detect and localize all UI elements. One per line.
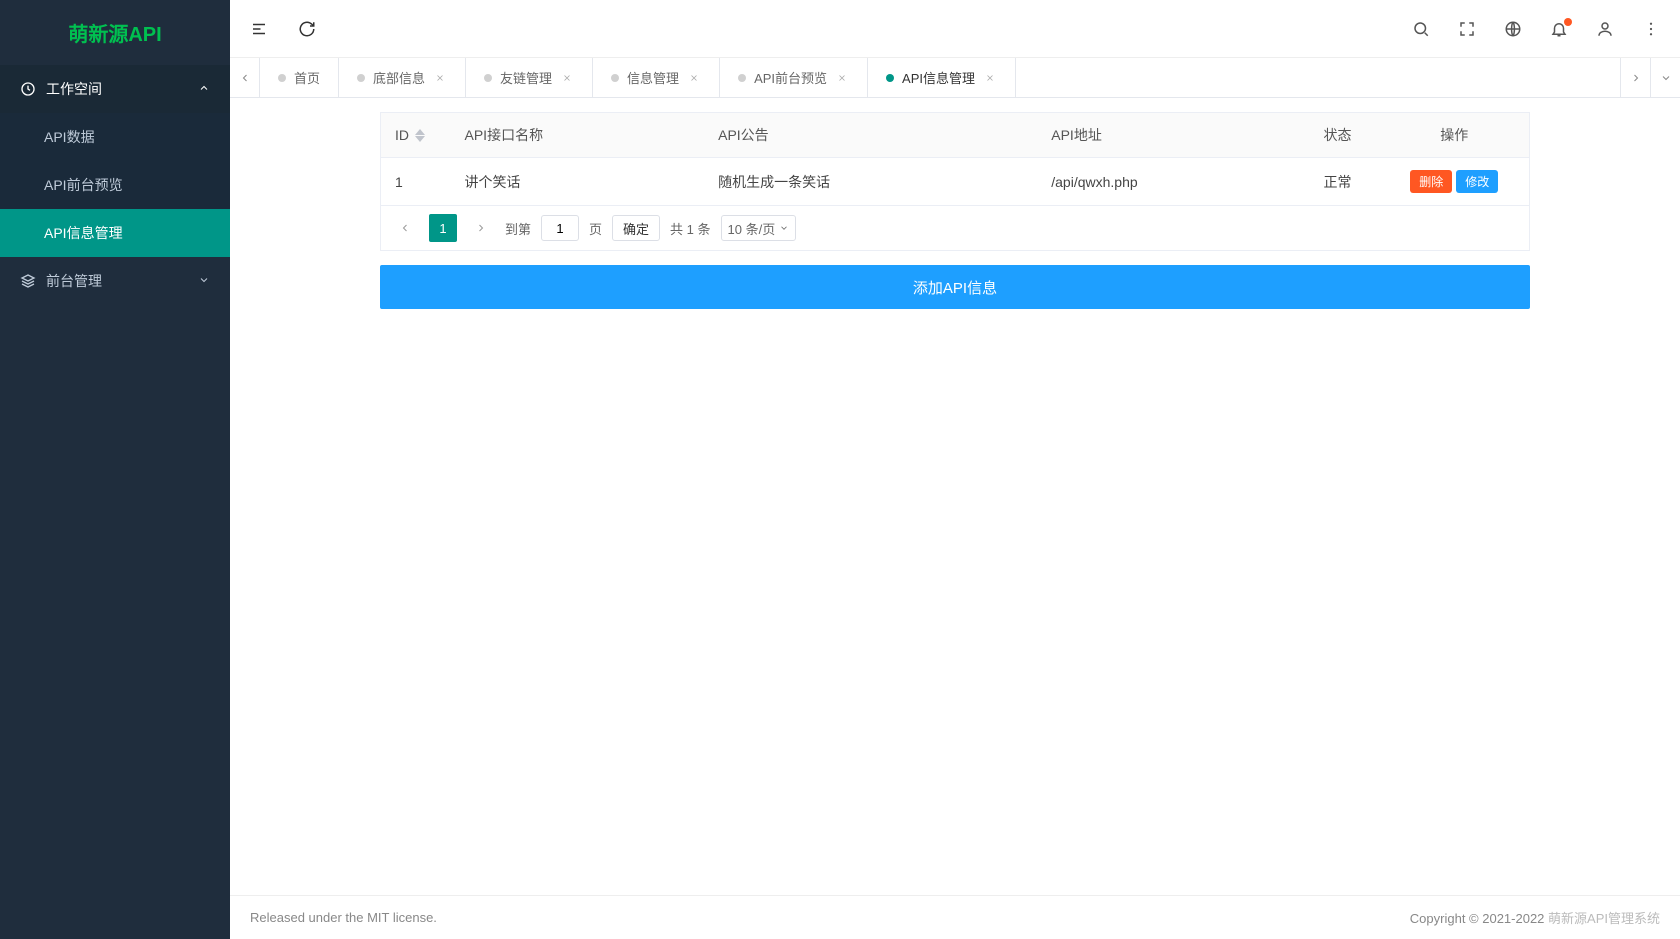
tab[interactable]: 友链管理 [466, 58, 593, 97]
tab-dot-icon [357, 74, 365, 82]
edit-button[interactable]: 修改 [1456, 170, 1498, 193]
sidebar-group-frontend[interactable]: 前台管理 [0, 257, 230, 305]
cell-actions: 删除修改 [1380, 158, 1530, 206]
sidebar: 萌新源API 工作空间 API数据 API前台预览 API信息管理 [0, 0, 230, 939]
tab[interactable]: 首页 [260, 58, 339, 97]
tabs-scroll: 首页 底部信息 友链管理 信息管理 API前台预览 API信息管理 [260, 58, 1620, 97]
chevron-up-icon [198, 81, 210, 97]
close-icon[interactable] [687, 71, 701, 85]
content: ID API接口名称 API公告 API地址 状态 [230, 98, 1680, 895]
delete-button[interactable]: 删除 [1410, 170, 1452, 193]
footer-left: Released under the MIT license. [250, 910, 437, 925]
header-right [1412, 20, 1660, 38]
tab[interactable]: API信息管理 [868, 58, 1016, 97]
user-icon[interactable] [1596, 20, 1614, 38]
close-icon[interactable] [835, 71, 849, 85]
tabs-scroll-right[interactable] [1620, 58, 1650, 97]
sidebar-group-workspace[interactable]: 工作空间 [0, 65, 230, 113]
sidebar-item-label: API数据 [44, 127, 95, 147]
layers-icon [20, 273, 36, 289]
bell-icon[interactable] [1550, 20, 1568, 38]
pagination: 1 到第 页 确定 共 1 条 10 条/页 [380, 206, 1530, 251]
search-icon[interactable] [1412, 20, 1430, 38]
cell-url: /api/qwxh.php [1037, 158, 1309, 206]
fullscreen-icon[interactable] [1458, 20, 1476, 38]
goto-label: 到第 [505, 219, 531, 238]
per-page-value: 10 条/页 [728, 219, 776, 238]
menu-toggle-icon[interactable] [250, 20, 268, 38]
tab-label: 友链管理 [500, 68, 552, 87]
sidebar-item-label: API前台预览 [44, 175, 123, 195]
page-next[interactable] [467, 214, 495, 242]
cell-id: 1 [381, 158, 451, 206]
tab-label: API信息管理 [902, 68, 975, 87]
globe-icon[interactable] [1504, 20, 1522, 38]
footer: Released under the MIT license. Copyrigh… [230, 895, 1680, 939]
tabs-bar: 首页 底部信息 友链管理 信息管理 API前台预览 API信息管理 [230, 58, 1680, 98]
total-text: 共 1 条 [670, 219, 710, 238]
main-area: 首页 底部信息 友链管理 信息管理 API前台预览 API信息管理 ID [230, 0, 1680, 939]
tab-label: API前台预览 [754, 68, 827, 87]
th-url: API地址 [1037, 113, 1309, 158]
th-action: 操作 [1380, 113, 1530, 158]
tab[interactable]: 底部信息 [339, 58, 466, 97]
tab-dot-icon [611, 74, 619, 82]
th-name: API接口名称 [451, 113, 705, 158]
more-icon[interactable] [1642, 20, 1660, 38]
sidebar-item-api-info[interactable]: API信息管理 [0, 209, 230, 257]
page-input[interactable] [541, 215, 579, 241]
notification-dot [1564, 18, 1572, 26]
page-number-current[interactable]: 1 [429, 214, 457, 242]
tab-dot-icon [886, 74, 894, 82]
tabs-scroll-left[interactable] [230, 58, 260, 97]
page-prev[interactable] [391, 214, 419, 242]
sidebar-item-api-preview[interactable]: API前台预览 [0, 161, 230, 209]
header-left [250, 20, 316, 38]
tab[interactable]: 信息管理 [593, 58, 720, 97]
cell-name: 讲个笑话 [451, 158, 705, 206]
tab-dot-icon [738, 74, 746, 82]
cell-status: 正常 [1310, 158, 1380, 206]
sidebar-menu: 工作空间 API数据 API前台预览 API信息管理 前台管理 [0, 65, 230, 939]
close-icon[interactable] [433, 71, 447, 85]
sidebar-group-label: 前台管理 [46, 271, 102, 291]
close-icon[interactable] [560, 71, 574, 85]
header [230, 0, 1680, 58]
tabs-dropdown[interactable] [1650, 58, 1680, 97]
page-unit: 页 [589, 219, 602, 238]
tab-label: 信息管理 [627, 68, 679, 87]
sidebar-group-label: 工作空间 [46, 79, 102, 99]
tab-label: 首页 [294, 68, 320, 87]
page-confirm-button[interactable]: 确定 [612, 215, 660, 241]
close-icon[interactable] [983, 71, 997, 85]
api-table: ID API接口名称 API公告 API地址 状态 [380, 112, 1530, 206]
sidebar-item-api-data[interactable]: API数据 [0, 113, 230, 161]
th-notice: API公告 [704, 113, 1037, 158]
th-id[interactable]: ID [395, 127, 409, 143]
table-row: 1讲个笑话随机生成一条笑话/api/qwxh.php正常删除修改 [381, 158, 1530, 206]
add-api-button[interactable]: 添加API信息 [380, 265, 1530, 309]
refresh-icon[interactable] [298, 20, 316, 38]
app-logo: 萌新源API [0, 0, 230, 65]
per-page-select[interactable]: 10 条/页 [721, 215, 797, 241]
tab-dot-icon [484, 74, 492, 82]
tab-dot-icon [278, 74, 286, 82]
tab[interactable]: API前台预览 [720, 58, 868, 97]
tab-label: 底部信息 [373, 68, 425, 87]
sidebar-item-label: API信息管理 [44, 223, 123, 243]
dashboard-icon [20, 81, 36, 97]
th-status: 状态 [1310, 113, 1380, 158]
chevron-down-icon [198, 273, 210, 289]
sort-icon[interactable] [415, 129, 425, 142]
cell-notice: 随机生成一条笑话 [704, 158, 1037, 206]
footer-right: Copyright © 2021-2022 萌新源API管理系统 [1410, 908, 1660, 927]
